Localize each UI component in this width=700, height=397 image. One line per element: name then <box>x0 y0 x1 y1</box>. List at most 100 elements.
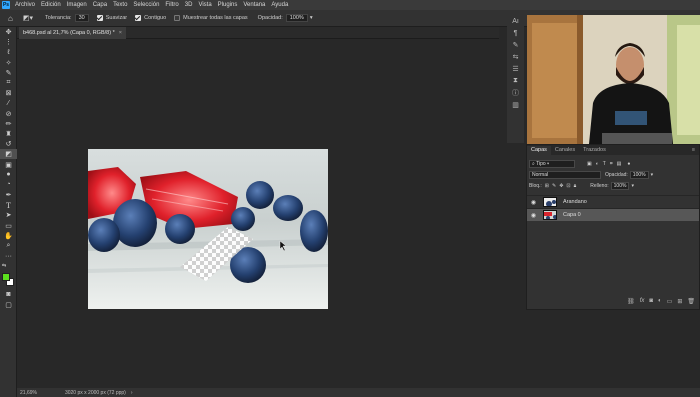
menu-3d[interactable]: 3D <box>182 2 196 8</box>
tab-capas[interactable]: Capas <box>527 146 551 155</box>
paragraph-icon[interactable]: ¶ <box>507 27 524 39</box>
brush-settings-icon[interactable]: ✎ <box>507 39 524 51</box>
opacity-label: Opacidad: <box>257 15 283 21</box>
panel-menu-icon[interactable]: ≡ <box>688 146 699 155</box>
lock-transparent-icon[interactable]: ⊞ <box>545 183 549 189</box>
lock-image-icon[interactable]: ✎ <box>552 183 556 189</box>
menu-ventana[interactable]: Ventana <box>240 2 268 8</box>
lock-position-icon[interactable]: ✥ <box>559 183 563 189</box>
lasso-tool-icon[interactable]: ℓ <box>0 47 17 57</box>
new-layer-icon[interactable]: ⊞ <box>677 298 682 305</box>
layers-panel-tabs: Capas Canales Trazados ≡ <box>527 145 699 155</box>
chevron-down-icon[interactable]: ▾ <box>310 15 313 21</box>
more-tools-icon[interactable]: ··· <box>0 251 17 261</box>
opacity-input[interactable]: 100% <box>285 14 308 22</box>
healing-brush-tool-icon[interactable]: ⊘ <box>0 109 17 119</box>
tab-trazados[interactable]: Trazados <box>579 146 610 155</box>
quick-selection-tool-icon[interactable]: ✎ <box>0 68 17 78</box>
history-icon[interactable]: ⧗ <box>507 75 524 87</box>
menu-capa[interactable]: Capa <box>90 2 110 8</box>
pen-tool-icon[interactable]: ✒ <box>0 190 17 200</box>
blur-tool-icon[interactable]: ● <box>0 170 17 180</box>
layer-thumbnail <box>543 197 557 207</box>
quick-mask-icon[interactable]: ◙ <box>0 290 17 300</box>
fill-input[interactable]: 100% <box>610 181 630 190</box>
gradient-tool-icon[interactable]: ▣ <box>0 159 17 169</box>
menu-vista[interactable]: Vista <box>195 2 214 8</box>
menu-filtro[interactable]: Filtro <box>162 2 181 8</box>
chevron-down-icon[interactable]: ▾ <box>651 172 654 178</box>
document-image[interactable] <box>88 149 328 309</box>
layer-style-icon[interactable]: fx <box>640 298 645 304</box>
tab-canales[interactable]: Canales <box>551 146 579 155</box>
tolerance-label: Tolerancia: <box>44 15 72 21</box>
document-tab[interactable]: b468.psd al 21,7% (Capa 0, RGB/8) * × <box>19 27 126 39</box>
artboard-tool-icon[interactable]: ⋮ <box>0 37 17 47</box>
new-group-icon[interactable]: ▭ <box>667 298 673 305</box>
adjustments-icon[interactable]: ☰ <box>507 63 524 75</box>
blend-mode-select[interactable]: Normal <box>529 170 601 179</box>
color-swatches <box>0 272 17 290</box>
menu-ayuda[interactable]: Ayuda <box>268 2 291 8</box>
chevron-right-icon[interactable]: › <box>131 390 133 396</box>
close-icon[interactable]: × <box>119 30 122 36</box>
swap-colors-icon[interactable]: ⇆ <box>0 261 17 271</box>
adjustment-layer-icon[interactable]: ◐ <box>658 298 662 304</box>
filter-pixel-icon[interactable]: ▣ <box>587 161 592 167</box>
layer-opacity-input[interactable]: 100% <box>629 170 649 179</box>
eye-icon[interactable]: ◉ <box>527 199 540 206</box>
clone-source-icon[interactable]: ⇆ <box>507 51 524 63</box>
home-icon[interactable]: ⌂ <box>8 14 13 23</box>
lock-artboard-icon[interactable]: ⊡ <box>566 183 570 189</box>
frame-tool-icon[interactable]: ⊠ <box>0 88 17 98</box>
libraries-icon[interactable]: ▥ <box>507 99 524 111</box>
contiguous-checkbox[interactable] <box>135 15 142 21</box>
filter-shape-icon[interactable]: ⌗ <box>610 161 613 167</box>
dodge-tool-icon[interactable]: ◔ <box>0 180 17 190</box>
properties-icon[interactable]: Aı <box>507 15 524 27</box>
path-selection-tool-icon[interactable]: ➤ <box>0 210 17 220</box>
sample-all-layers-checkbox[interactable] <box>174 15 181 21</box>
menu-seleccion[interactable]: Selección <box>130 2 162 8</box>
crop-tool-icon[interactable]: ⌗ <box>0 78 17 88</box>
smooth-checkbox[interactable] <box>96 15 103 21</box>
menu-plugins[interactable]: Plugins <box>215 2 241 8</box>
lock-all-icon[interactable]: 🔒︎ <box>574 183 577 189</box>
layer-row[interactable]: ◉ Capa 0 <box>527 208 699 221</box>
menu-texto[interactable]: Texto <box>110 2 130 8</box>
filter-toggle-icon[interactable]: ● <box>627 161 630 167</box>
brush-tool-icon[interactable]: ✏ <box>0 119 17 129</box>
eye-icon[interactable]: ◉ <box>527 212 540 219</box>
filter-smart-object-icon[interactable]: ▤ <box>617 161 622 167</box>
rectangle-tool-icon[interactable]: ▭ <box>0 221 17 231</box>
foreground-color-swatch[interactable] <box>2 272 10 281</box>
magic-wand-tool-icon[interactable]: ✧ <box>0 58 17 68</box>
zoom-tool-icon[interactable]: ⌕ <box>0 241 17 251</box>
menu-edicion[interactable]: Edición <box>38 2 64 8</box>
canvas-area[interactable] <box>17 39 499 388</box>
eraser-tool-preset-icon[interactable]: ◩▾ <box>23 14 33 22</box>
move-tool-icon[interactable]: ✥ <box>0 27 17 37</box>
chevron-down-icon[interactable]: ▾ <box>631 183 634 189</box>
panel-icon-strip: Aı ¶ ✎ ⇆ ☰ ⧗ ⓘ ▥ <box>507 15 524 143</box>
menu-archivo[interactable]: Archivo <box>12 2 38 8</box>
layer-thumbnail <box>543 210 557 220</box>
layer-filter-select[interactable]: ⌕ Tipo ▾ <box>529 159 575 168</box>
menu-imagen[interactable]: Imagen <box>64 2 90 8</box>
info-icon[interactable]: ⓘ <box>507 87 524 99</box>
filter-adjustment-icon[interactable]: ◐ <box>596 161 599 167</box>
screen-mode-icon[interactable]: ▢ <box>0 300 17 310</box>
hand-tool-icon[interactable]: ✋ <box>0 231 17 241</box>
link-layers-icon[interactable]: ⛓ <box>627 298 635 305</box>
type-tool-icon[interactable]: T <box>0 200 17 210</box>
zoom-level[interactable]: 21,69% <box>20 390 37 396</box>
layer-row[interactable]: ◉ Arandano <box>527 195 699 208</box>
tolerance-input[interactable]: 30 <box>74 14 89 22</box>
history-brush-tool-icon[interactable]: ↺ <box>0 139 17 149</box>
clone-stamp-tool-icon[interactable]: ♜ <box>0 129 17 139</box>
eraser-tool-icon[interactable]: ◩ <box>0 149 17 160</box>
filter-type-icon[interactable]: T <box>603 161 606 167</box>
delete-layer-icon[interactable]: 🗑︎ <box>687 298 695 305</box>
add-mask-icon[interactable]: ◙ <box>649 298 653 304</box>
eyedropper-tool-icon[interactable]: ⁄ <box>0 98 17 108</box>
